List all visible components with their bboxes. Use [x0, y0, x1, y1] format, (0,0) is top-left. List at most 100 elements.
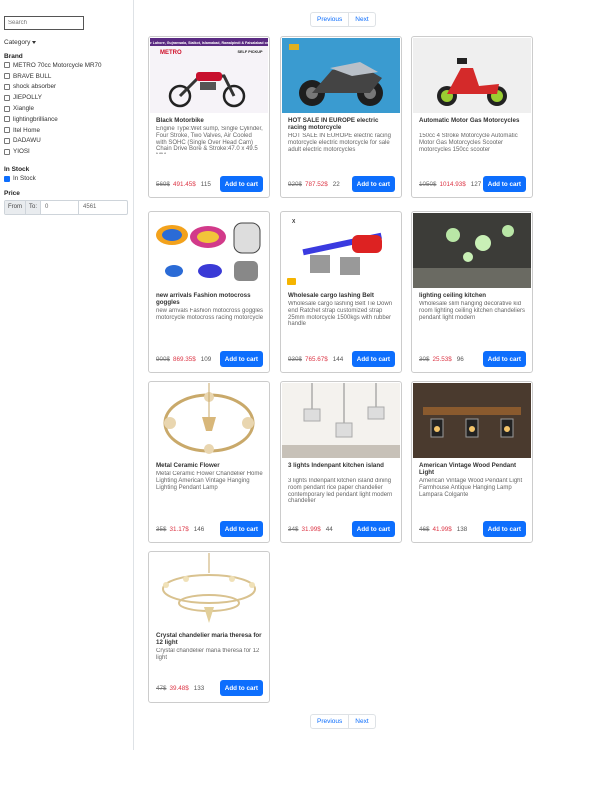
checkbox-icon[interactable]: [4, 127, 10, 134]
product-footer: 34$ 31.99$ 44 Add to cart: [288, 521, 395, 537]
product-description: new arrivals Fashion motocross goggles m…: [156, 308, 264, 321]
product-card[interactable]: Metal Ceramic Flower Metal Ceramic Flower…: [148, 381, 270, 543]
stock-count: 138: [456, 525, 468, 533]
product-card[interactable]: 3 lights Indenpant kitchen island 3 light…: [280, 381, 402, 543]
product-image[interactable]: [150, 213, 268, 288]
product-title[interactable]: Crystal chandelier maria theresa for 12 …: [156, 632, 264, 646]
add-to-cart-button[interactable]: Add to cart: [351, 176, 395, 192]
brand-filter-item[interactable]: DADAWU: [4, 136, 133, 147]
add-to-cart-button[interactable]: Add to cart: [219, 176, 263, 192]
checkbox-icon[interactable]: [4, 105, 10, 112]
add-to-cart-button[interactable]: Add to cart: [219, 680, 263, 696]
stock-filter[interactable]: In Stock: [4, 173, 133, 184]
product-card[interactable]: For Lahore, Gujranwala, Sialkot, Islamab…: [148, 36, 270, 198]
caret-down-icon: [32, 41, 37, 44]
add-to-cart-button[interactable]: Add to cart: [351, 521, 395, 537]
previous-page-button[interactable]: Previous: [310, 12, 350, 27]
product-image[interactable]: [150, 383, 268, 458]
checkbox-icon[interactable]: [4, 73, 10, 80]
product-image[interactable]: X: [282, 213, 400, 288]
brand-label: shock absorber: [13, 83, 57, 91]
product-description: American Vintage Wood Pendant Light Farm…: [419, 478, 523, 498]
brand-filter-item[interactable]: METRO 70cc Motorcycle MR70: [4, 60, 133, 71]
price-max-input[interactable]: 4561: [79, 201, 127, 214]
product-image[interactable]: [282, 38, 400, 113]
add-to-cart-button[interactable]: Add to cart: [482, 521, 526, 537]
product-description: 3 lights Indenpant kitchen island dining…: [288, 478, 393, 505]
product-title[interactable]: lighting ceiling kitchen: [419, 292, 527, 299]
checkbox-icon[interactable]: [4, 148, 10, 155]
product-image[interactable]: [413, 38, 531, 113]
checkbox-checked-icon[interactable]: [4, 175, 10, 182]
product-image[interactable]: [413, 383, 531, 458]
product-title[interactable]: new arrivals Fashion motocross goggles: [156, 292, 264, 306]
product-title[interactable]: 3 lights Indenpant kitchen island: [288, 462, 396, 469]
previous-page-button[interactable]: Previous: [310, 714, 350, 729]
product-title[interactable]: Metal Ceramic Flower: [156, 462, 264, 469]
next-page-button[interactable]: Next: [349, 12, 376, 27]
original-price: 569$: [156, 180, 171, 188]
product-description: HOT SALE IN EUROPE electric racing motor…: [288, 133, 391, 153]
brand-list: METRO 70cc Motorcycle MR70 BRAVE BULL shoc…: [4, 60, 133, 157]
product-title[interactable]: Wholesale cargo lashing Belt: [288, 292, 396, 299]
brand-label: DADAWU: [13, 137, 41, 145]
checkbox-icon[interactable]: [4, 83, 10, 90]
brand-filter-item[interactable]: BRAVE BULL: [4, 71, 133, 82]
stock-count: 127: [470, 180, 482, 188]
original-price: 920$: [288, 180, 303, 188]
sale-price: 787.52$: [305, 180, 328, 188]
product-title[interactable]: HOT SALE IN EUROPE electric racing motor…: [288, 117, 396, 131]
brand-filter-item[interactable]: Itel Home: [4, 125, 133, 136]
product-card[interactable]: American Vintage Wood Pendant Light Ameri…: [411, 381, 533, 543]
product-card[interactable]: new arrivals Fashion motocross goggles ne…: [148, 211, 270, 373]
brand-title: Brand: [4, 53, 23, 60]
price-min-input[interactable]: 0: [41, 200, 80, 214]
checkbox-icon[interactable]: [4, 94, 10, 101]
checkbox-icon[interactable]: [4, 137, 10, 144]
original-price: 1050$: [419, 180, 437, 188]
product-description: Crystal chandelier maria theresa for 12 …: [156, 648, 260, 661]
product-card[interactable]: Crystal chandelier maria theresa for 12 …: [148, 551, 270, 703]
product-footer: 930$ 765.67$ 144 Add to cart: [288, 351, 395, 367]
product-card[interactable]: X Wholesale cargo lashing Belt Wholesale c…: [280, 211, 402, 373]
product-title[interactable]: Automatic Motor Gas Motorcycles: [419, 117, 527, 124]
pagination-top: Previous Next: [310, 12, 376, 27]
sale-price: 39.48$: [169, 684, 189, 692]
original-price: 35$: [156, 525, 167, 533]
product-footer: 30$ 25.53$ 96 Add to cart: [419, 351, 526, 367]
search-input[interactable]: [4, 16, 84, 30]
add-to-cart-button[interactable]: Add to cart: [351, 351, 395, 367]
product-image[interactable]: For Lahore, Gujranwala, Sialkot, Islamab…: [150, 38, 268, 113]
original-price: 900$: [156, 355, 171, 363]
brand-filter-item[interactable]: lightingbrilliance: [4, 114, 133, 125]
product-card[interactable]: Automatic Motor Gas Motorcycles 150cc 4 S…: [411, 36, 533, 198]
stock-count: 96: [456, 355, 464, 363]
brand-label: JIEPOLLY: [13, 94, 42, 102]
sale-price: 31.17$: [169, 525, 189, 533]
product-title[interactable]: Black Motorbike: [156, 117, 264, 124]
original-price: 47$: [156, 684, 167, 692]
brand-filter-item[interactable]: JIEPOLLY: [4, 92, 133, 103]
add-to-cart-button[interactable]: Add to cart: [482, 351, 526, 367]
add-to-cart-button[interactable]: Add to cart: [482, 176, 526, 192]
sale-price: 25.53$: [432, 355, 452, 363]
sale-price: 41.99$: [432, 525, 452, 533]
product-image[interactable]: [413, 213, 531, 288]
category-label: Category: [4, 39, 31, 46]
brand-filter-item[interactable]: Xiangle: [4, 103, 133, 114]
brand-filter-item[interactable]: YIOSI: [4, 146, 133, 157]
next-page-button[interactable]: Next: [349, 714, 376, 729]
brand-label: YIOSI: [13, 148, 30, 156]
checkbox-icon[interactable]: [4, 116, 10, 123]
category-dropdown[interactable]: Category: [4, 39, 133, 46]
product-card[interactable]: HOT SALE IN EUROPE electric racing motor…: [280, 36, 402, 198]
product-footer: 900$ 869.35$ 109 Add to cart: [156, 351, 263, 367]
add-to-cart-button[interactable]: Add to cart: [219, 351, 263, 367]
product-image[interactable]: [150, 553, 268, 628]
product-card[interactable]: lighting ceiling kitchen Wholesale slim h…: [411, 211, 533, 373]
brand-filter-item[interactable]: shock absorber: [4, 82, 133, 93]
add-to-cart-button[interactable]: Add to cart: [219, 521, 263, 537]
product-image[interactable]: [282, 383, 400, 458]
product-title[interactable]: American Vintage Wood Pendant Light: [419, 462, 527, 476]
checkbox-icon[interactable]: [4, 62, 10, 69]
